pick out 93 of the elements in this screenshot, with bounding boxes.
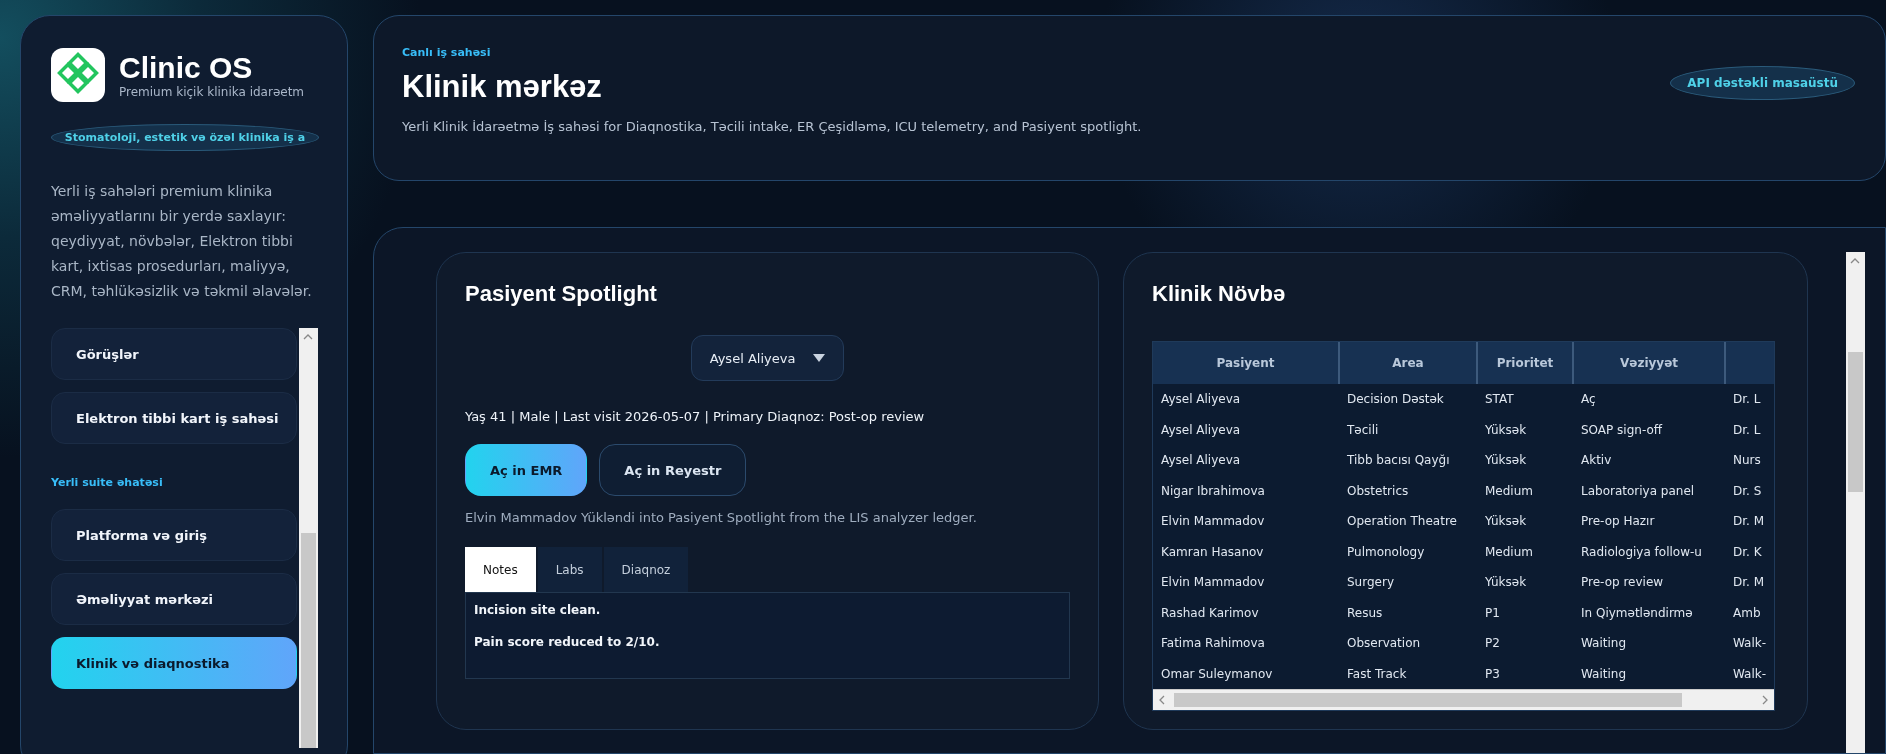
caret-icon [813, 354, 826, 362]
table-cell-text: Resus [1346, 604, 1384, 622]
sidebar-description: Yerli iş sahələri premium klinika əməliyyatlarını bir yerdə saxlayır: qeydiyyat, növbələr, Elektron tibbi kart, ixtisas prosedurları, maliyyə, CRM, təhlükəsizlik və təkmil əlavələr. [51, 182, 313, 301]
specialty-pill: Stomatoloji, estetik və özəl klinika iş a [51, 124, 319, 151]
table-cell-text: Aysel Aliyeva [1160, 452, 1242, 470]
table-cell-text: Kamran Hasanov [1160, 543, 1265, 561]
table-cell: Decision Dəstək [1339, 384, 1477, 415]
table-cell-text: Walk- [1732, 665, 1768, 683]
status-message: Elvin Mammadov Yükləndi into Pasiyent Spotlight from the LIS analyzer ledger. [465, 510, 978, 525]
note-text: Incision site clean. [474, 603, 602, 617]
status-badge: API dəstəkli masaüstü [1670, 66, 1855, 100]
table-cell-text: Elvin Mammadov [1160, 574, 1266, 592]
scrollbar-thumb[interactable] [301, 533, 316, 748]
table-cell-text: P3 [1484, 665, 1501, 683]
table-cell-text: Pulmonology [1346, 543, 1426, 561]
note-text: Pain score reduced to 2/10. [474, 635, 661, 649]
table-cell-text: Yüksək [1484, 574, 1528, 592]
table-cell-text: Fatima Rahimova [1160, 635, 1266, 653]
scrollbar-thumb[interactable] [1848, 352, 1863, 492]
table-cell-text: P1 [1484, 604, 1501, 622]
table-cell-text: SOAP sign-off [1580, 421, 1664, 439]
card-title: Pasiyent Spotlight [465, 281, 658, 307]
column-header[interactable]: Vəziyyət [1573, 342, 1725, 384]
table-cell-text: Nigar Ibrahimova [1160, 482, 1266, 500]
patient-select[interactable]: Aysel Aliyeva [690, 335, 845, 381]
column-header[interactable]: Area [1339, 342, 1477, 384]
card-title: Klinik Növbə [1152, 281, 1287, 307]
eyebrow-label: Canlı iş sahəsi [402, 46, 492, 59]
table-cell-text: Omar Suleymanov [1160, 665, 1274, 683]
table-cell-text: Medium [1484, 482, 1534, 500]
table-cell-text: Surgery [1346, 574, 1395, 592]
table-cell-text: Fast Track [1346, 665, 1408, 683]
table-cell-text: Rashad Karimov [1160, 604, 1260, 622]
table-cell-text: Dr. L [1732, 421, 1762, 439]
scrollbar-thumb[interactable] [1174, 693, 1682, 707]
nav-item[interactable]: Əməliyyat mərkəzi [51, 573, 297, 625]
table-cell-text: Observation [1346, 635, 1422, 653]
table-cell-text: Aysel Aliyeva [1160, 421, 1242, 439]
nav-item[interactable]: Platforma və giriş [51, 509, 297, 561]
table-cell-text: Elvin Mammadov [1160, 513, 1266, 531]
nav-section-label: Yerli suite əhatəsi [51, 476, 164, 489]
table-cell-text: Yüksək [1484, 421, 1528, 439]
table-cell-text: Yüksək [1484, 452, 1528, 470]
column-header[interactable]: Pasiyent [1153, 342, 1339, 384]
table-cell-text: Radiologiya follow-u [1580, 543, 1703, 561]
scroll-left-icon[interactable] [1159, 695, 1165, 705]
patient-meta: Yaş 41 | Male | Last visit 2026-05-07 | Primary Diaqnoz: Post-op review [465, 409, 926, 424]
table-cell: STAT [1477, 384, 1573, 415]
column-header[interactable] [1725, 342, 1774, 384]
app-subtitle: Premium kiçik klinika idarəetm [119, 85, 306, 99]
table-cell-text: Yüksək [1484, 513, 1528, 531]
app-title: Clinic OS [119, 51, 254, 85]
tab[interactable]: Diaqnoz [603, 547, 689, 592]
table-cell-text: Amb [1732, 604, 1762, 622]
table-cell-text: Walk- [1732, 635, 1768, 653]
page-title: Klinik mərkəz [402, 69, 603, 105]
table-cell-text: Nurs [1732, 452, 1762, 470]
scrollbar[interactable] [1846, 252, 1865, 753]
table-cell: Aysel Aliyeva [1153, 384, 1339, 415]
page-subtitle: Yerli Klinik İdarəetmə İş sahəsi for Diaqnostika, Təcili intake, ER Çeşidləmə, ICU telemetry, and Pasiyent spotlight. [402, 119, 1142, 134]
logo-icon [51, 48, 105, 102]
table-cell-text: Pre-op review [1580, 574, 1665, 592]
table-cell-text: Obstetrics [1346, 482, 1410, 500]
table-cell-text: Medium [1484, 543, 1534, 561]
table-cell-text: Dr. K [1732, 543, 1763, 561]
action-button[interactable]: Aç in Reyestr [599, 444, 747, 496]
table-cell-text: Təcili [1346, 421, 1380, 439]
scroll-up-icon[interactable] [1850, 258, 1860, 264]
nav-item[interactable]: Görüşlər [51, 328, 297, 380]
table-cell-text: In Qiymətləndirmə [1580, 604, 1694, 622]
tab[interactable]: Notes [465, 547, 536, 592]
table-cell-text: Waiting [1580, 665, 1628, 683]
tab[interactable]: Labs [537, 547, 602, 592]
horizontal-scrollbar[interactable] [1153, 689, 1774, 710]
table-cell-text: Dr. M [1732, 513, 1766, 531]
table-cell-text: Operation Theatre [1346, 513, 1458, 531]
table-cell: Aç [1573, 384, 1725, 415]
scroll-up-icon[interactable] [303, 334, 313, 340]
nav-item[interactable]: Klinik və diaqnostika [51, 637, 297, 689]
scrollbar[interactable] [299, 328, 318, 748]
table-cell-text: P2 [1484, 635, 1501, 653]
scroll-right-icon[interactable] [1762, 695, 1768, 705]
column-header[interactable]: Prioritet [1477, 342, 1573, 384]
nav-item[interactable]: Elektron tibbi kart iş sahəsi [51, 392, 297, 444]
table-cell-text: Waiting [1580, 635, 1628, 653]
table-cell-text: Tibb bacısı Qayğı [1346, 452, 1451, 470]
table-cell: Dr. L [1725, 384, 1774, 415]
table-cell-text: Laboratoriya panel [1580, 482, 1696, 500]
table-cell-text: Dr. M [1732, 574, 1766, 592]
table-cell-text: Aktiv [1580, 452, 1613, 470]
table-cell-text: Dr. S [1732, 482, 1763, 500]
action-button[interactable]: Aç in EMR [465, 444, 588, 496]
table-cell-text: Pre-op Hazır [1580, 513, 1656, 531]
